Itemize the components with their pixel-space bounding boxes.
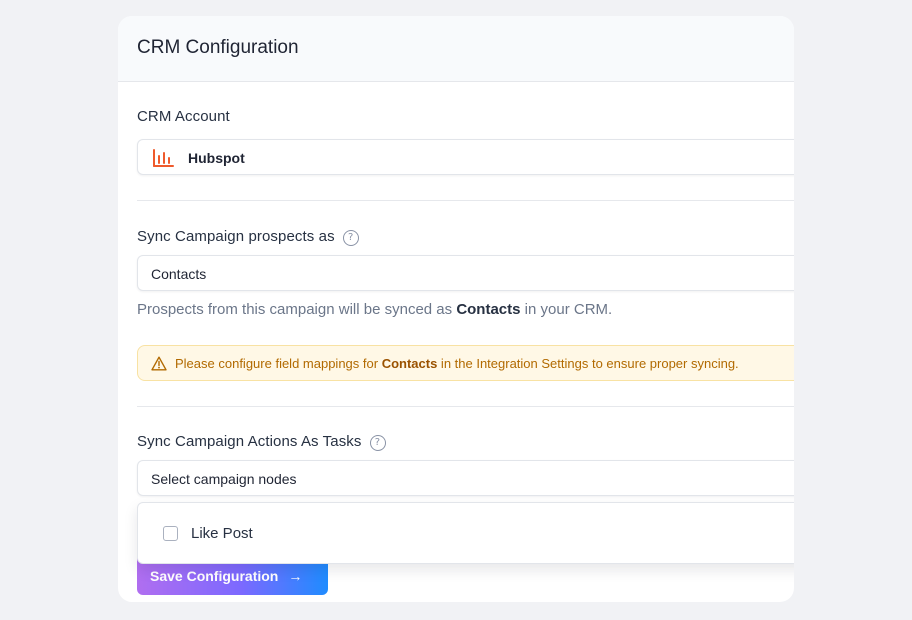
- question-circle-icon[interactable]: ?: [369, 435, 386, 451]
- card-header: CRM Configuration: [118, 16, 794, 82]
- campaign-nodes-dropdown: Like Post: [137, 502, 794, 564]
- sync-prospects-label-text: Sync Campaign prospects as: [137, 228, 335, 245]
- crm-account-label: CRM Account: [137, 108, 230, 125]
- warning-text: Please configure field mappings for Cont…: [175, 356, 739, 371]
- like-post-option-label[interactable]: Like Post: [191, 525, 253, 542]
- warning-triangle-icon: [151, 356, 167, 371]
- sync-actions-label: Sync Campaign Actions As Tasks?: [137, 433, 386, 451]
- card-title: CRM Configuration: [137, 37, 299, 58]
- sync-prospects-label: Sync Campaign prospects as?: [137, 228, 359, 246]
- warning-bold: Contacts: [381, 356, 438, 371]
- save-button-label: Save Configuration: [150, 567, 279, 584]
- helper-bold: Contacts: [456, 301, 521, 318]
- campaign-nodes-select[interactable]: Select campaign nodes: [137, 460, 794, 496]
- sync-actions-label-text: Sync Campaign Actions As Tasks: [137, 433, 362, 450]
- helper-prefix: Prospects from this campaign will be syn…: [137, 301, 457, 318]
- helper-suffix: in your CRM.: [520, 301, 613, 318]
- crm-account-select[interactable]: Hubspot: [137, 139, 794, 175]
- sync-prospects-value: Contacts: [151, 266, 207, 282]
- warning-prefix: Please configure field mappings for: [175, 356, 382, 371]
- arrow-right-icon: →: [288, 567, 303, 584]
- section-divider: [137, 200, 794, 201]
- crm-account-value: Hubspot: [188, 150, 245, 166]
- sync-prospects-helper: Prospects from this campaign will be syn…: [137, 301, 612, 318]
- question-circle-icon[interactable]: ?: [342, 230, 359, 246]
- section-divider: [137, 406, 794, 407]
- like-post-checkbox[interactable]: [163, 526, 178, 541]
- sync-prospects-select[interactable]: Contacts: [137, 255, 794, 291]
- crm-configuration-card: CRM Configuration CRM Account Hubspot Sy…: [118, 16, 794, 602]
- field-mapping-warning: Please configure field mappings for Cont…: [137, 345, 794, 381]
- campaign-nodes-placeholder: Select campaign nodes: [151, 471, 297, 487]
- warning-suffix: in the Integration Settings to ensure pr…: [437, 356, 739, 371]
- hubspot-chart-icon: [153, 149, 174, 167]
